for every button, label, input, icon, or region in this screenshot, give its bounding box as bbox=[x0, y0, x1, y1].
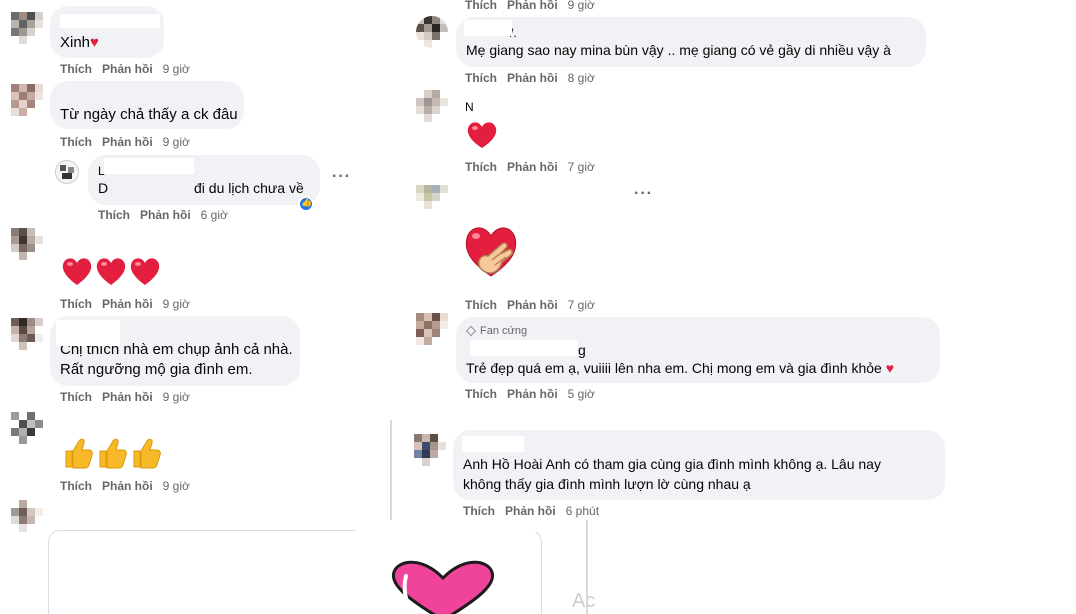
comment-actions: Thích Phản hồi 6 phút bbox=[463, 504, 599, 518]
reply-button[interactable]: Phản hồi bbox=[507, 160, 558, 174]
like-button[interactable]: Thích bbox=[465, 160, 497, 174]
comment-text-start: D bbox=[98, 180, 109, 196]
reply-button[interactable]: Phản hồi bbox=[507, 387, 558, 401]
like-button[interactable]: Thích bbox=[465, 71, 497, 85]
reply-button[interactable]: Phản hồi bbox=[102, 479, 153, 493]
comment-actions: Thích Phản hồi 9 giờ bbox=[60, 479, 190, 493]
like-button[interactable]: Thích bbox=[60, 62, 92, 76]
timestamp[interactable]: 9 giờ bbox=[163, 62, 190, 76]
reply-button[interactable]: Phản hồi bbox=[102, 297, 153, 311]
reply-button[interactable]: Phản hồi bbox=[102, 135, 153, 149]
like-button[interactable]: Thích bbox=[465, 298, 497, 312]
avatar[interactable] bbox=[414, 434, 446, 466]
comment-text: Rất ngưỡng mộ gia đình em. bbox=[60, 361, 253, 378]
column-divider bbox=[390, 420, 392, 520]
timestamp[interactable]: 6 giờ bbox=[201, 208, 228, 222]
comment-actions: Thích Phản hồi 7 giờ bbox=[465, 298, 595, 312]
like-button[interactable]: Thích bbox=[463, 504, 495, 518]
redacted-name bbox=[56, 320, 120, 346]
timestamp[interactable]: 9 giờ bbox=[163, 390, 190, 404]
timestamp[interactable]: 6 phút bbox=[566, 504, 599, 518]
reply-button[interactable]: Phản hồi bbox=[505, 504, 556, 518]
comment-actions: Thích Phản hồi 9 giờ bbox=[465, 0, 595, 12]
redacted-name bbox=[462, 436, 524, 452]
comment-text: Từ ngày chả thấy a ck đâu bbox=[60, 106, 238, 123]
like-button[interactable]: Thích bbox=[465, 387, 497, 401]
comment-text: Trẻ đẹp quá em ạ, vuiiii lên nha em. Chị… bbox=[466, 360, 895, 376]
avatar[interactable] bbox=[11, 500, 43, 532]
timestamp[interactable]: 9 giờ bbox=[163, 297, 190, 311]
like-button[interactable]: Thích bbox=[465, 0, 497, 12]
comment-actions: Thích Phản hồi 9 giờ bbox=[60, 297, 190, 311]
redacted-name bbox=[104, 158, 194, 174]
top-fan-badge: Fan cứng bbox=[466, 325, 527, 337]
heart-emoji: ♥ bbox=[90, 34, 99, 51]
redacted-name bbox=[464, 20, 512, 36]
avatar[interactable] bbox=[416, 90, 448, 122]
like-button[interactable]: Thích bbox=[60, 297, 92, 311]
avatar[interactable] bbox=[416, 16, 448, 48]
avatar[interactable] bbox=[11, 412, 43, 444]
comment-actions: Thích Phản hồi 9 giờ bbox=[60, 62, 190, 76]
avatar[interactable] bbox=[11, 318, 43, 350]
heart-emoji: ♥ bbox=[885, 360, 895, 376]
heart-emoji bbox=[388, 560, 498, 614]
avatar[interactable] bbox=[11, 84, 43, 116]
timestamp[interactable]: 9 giờ bbox=[568, 0, 595, 12]
reply-button[interactable]: Phản hồi bbox=[102, 390, 153, 404]
comment-text: không thấy gia đình mình lượn lờ cùng nh… bbox=[463, 476, 751, 492]
redacted-name bbox=[470, 340, 578, 356]
column-divider bbox=[586, 520, 588, 614]
more-options-icon[interactable]: ··· bbox=[332, 168, 351, 186]
reply-button[interactable]: Phản hồi bbox=[507, 298, 558, 312]
avatar[interactable] bbox=[416, 313, 448, 345]
like-reaction-icon[interactable] bbox=[298, 196, 314, 212]
comment-text: Mẹ giang sao nay mina bùn vậy .. mẹ gian… bbox=[466, 42, 891, 58]
timestamp[interactable]: 5 giờ bbox=[568, 387, 595, 401]
comment-actions: Thích Phản hồi 7 giờ bbox=[465, 160, 595, 174]
comment-actions: Thích Phản hồi 8 giờ bbox=[465, 71, 595, 85]
like-button[interactable]: Thích bbox=[60, 135, 92, 149]
timestamp[interactable]: 9 giờ bbox=[163, 135, 190, 149]
commenter-name[interactable]: g bbox=[578, 340, 586, 360]
more-options-icon[interactable]: ··· bbox=[634, 185, 653, 203]
comment-text: Xinh♥ bbox=[60, 34, 99, 51]
comment-text: Anh Hồ Hoài Anh có tham gia cùng gia đìn… bbox=[463, 456, 881, 472]
partial-label: Ac bbox=[572, 590, 596, 612]
like-button[interactable]: Thích bbox=[98, 208, 130, 222]
fan-badge-icon bbox=[466, 326, 476, 337]
comment-actions: Thích Phản hồi 6 giờ bbox=[98, 208, 228, 222]
timestamp[interactable]: 9 giờ bbox=[163, 479, 190, 493]
timestamp[interactable]: 7 giờ bbox=[568, 298, 595, 312]
reply-button[interactable]: Phản hồi bbox=[507, 71, 558, 85]
comment-actions: Thích Phản hồi 5 giờ bbox=[465, 387, 595, 401]
avatar[interactable] bbox=[11, 12, 43, 44]
heart-emoji bbox=[60, 254, 164, 293]
avatar[interactable] bbox=[11, 228, 43, 260]
reply-button[interactable]: Phản hồi bbox=[140, 208, 191, 222]
redacted-name bbox=[60, 14, 160, 28]
comment-actions: Thích Phản hồi 9 giờ bbox=[60, 135, 190, 149]
commenter-name[interactable]: N bbox=[465, 97, 474, 117]
avatar[interactable] bbox=[416, 185, 448, 209]
image-overlap-cover bbox=[356, 520, 546, 532]
comment-text: đi du lịch chưa về bbox=[194, 180, 304, 196]
reply-button[interactable]: Phản hồi bbox=[507, 0, 558, 12]
comment-actions: Thích Phản hồi 9 giờ bbox=[60, 390, 190, 404]
thumbs-up-emoji bbox=[60, 436, 164, 475]
timestamp[interactable]: 7 giờ bbox=[568, 160, 595, 174]
avatar[interactable] bbox=[55, 160, 79, 184]
timestamp[interactable]: 8 giờ bbox=[568, 71, 595, 85]
heart-hands-emoji bbox=[462, 222, 520, 289]
like-button[interactable]: Thích bbox=[60, 479, 92, 493]
like-button[interactable]: Thích bbox=[60, 390, 92, 404]
heart-emoji bbox=[465, 120, 499, 155]
reply-button[interactable]: Phản hồi bbox=[102, 62, 153, 76]
